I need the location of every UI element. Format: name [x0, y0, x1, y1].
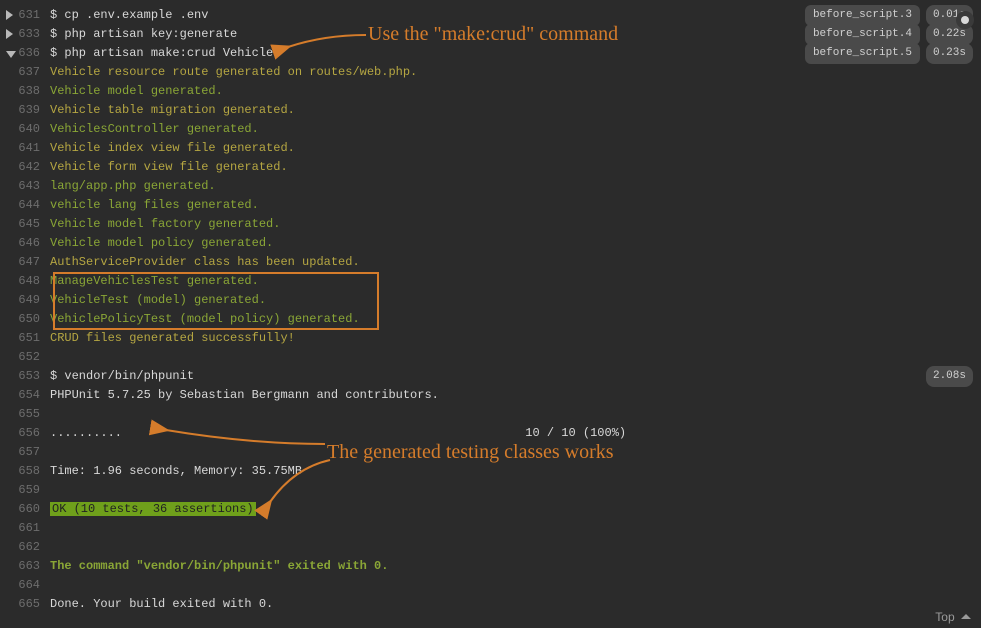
line-number: 664	[0, 576, 50, 595]
line-number: 661	[0, 519, 50, 538]
log-line: 644vehicle lang files generated.	[0, 196, 981, 215]
line-content: $ cp .env.example .env	[50, 6, 208, 25]
log-line: 652	[0, 348, 981, 367]
line-number: 653	[0, 367, 50, 386]
log-line: 659	[0, 481, 981, 500]
line-number: 659	[0, 481, 50, 500]
line-content: vehicle lang files generated.	[50, 196, 259, 215]
line-number: 637	[0, 63, 50, 82]
log-line: 660OK (10 tests, 36 assertions)	[0, 500, 981, 519]
log-line: 645Vehicle model factory generated.	[0, 215, 981, 234]
line-number: 648	[0, 272, 50, 291]
line-number: 645	[0, 215, 50, 234]
line-number: 657	[0, 443, 50, 462]
log-line: 643lang/app.php generated.	[0, 177, 981, 196]
log-line: 636$ php artisan make:crud Vehiclebefore…	[0, 44, 981, 63]
line-content: VehiclesController generated.	[50, 120, 259, 139]
annotation-makecrud: Use the "make:crud" command	[368, 23, 618, 46]
line-content: OK (10 tests, 36 assertions)	[50, 500, 256, 519]
log-line: 642Vehicle form view file generated.	[0, 158, 981, 177]
line-number: 656	[0, 424, 50, 443]
log-line: 661	[0, 519, 981, 538]
line-number: 647	[0, 253, 50, 272]
log-line: 646Vehicle model policy generated.	[0, 234, 981, 253]
line-number: 643	[0, 177, 50, 196]
line-number: 646	[0, 234, 50, 253]
line-number: 640	[0, 120, 50, 139]
log-line: 640VehiclesController generated.	[0, 120, 981, 139]
log-line: 653$ vendor/bin/phpunit 2.08s	[0, 367, 981, 386]
line-number: 638	[0, 82, 50, 101]
line-number: 642	[0, 158, 50, 177]
annotation-tests: The generated testing classes works	[327, 441, 614, 464]
line-content: $ php artisan key:generate	[50, 25, 237, 44]
line-content: Vehicle table migration generated.	[50, 101, 295, 120]
line-number: 641	[0, 139, 50, 158]
log-line: 638Vehicle model generated.	[0, 82, 981, 101]
status-indicator-icon	[956, 11, 974, 29]
line-content: AuthServiceProvider class has been updat…	[50, 253, 360, 272]
line-number: 649	[0, 291, 50, 310]
log-line: 665Done. Your build exited with 0.	[0, 595, 981, 614]
line-content: $ vendor/bin/phpunit	[50, 367, 194, 386]
log-line: 639Vehicle table migration generated.	[0, 101, 981, 120]
line-number: 651	[0, 329, 50, 348]
log-line: 641Vehicle index view file generated.	[0, 139, 981, 158]
line-content: Vehicle model factory generated.	[50, 215, 280, 234]
log-line: 664	[0, 576, 981, 595]
line-badges: 2.08s	[926, 366, 973, 387]
log-line: 654PHPUnit 5.7.25 by Sebastian Bergmann …	[0, 386, 981, 405]
top-link-label: Top	[935, 610, 954, 624]
caret-up-icon	[961, 614, 971, 619]
log-line: 647AuthServiceProvider class has been up…	[0, 253, 981, 272]
scroll-top-link[interactable]: Top	[935, 610, 971, 624]
fold-closed-icon[interactable]	[6, 29, 13, 39]
line-number: 658	[0, 462, 50, 481]
line-badges: before_script.30.01s	[805, 5, 973, 26]
time-badge: 0.23s	[926, 43, 973, 64]
log-line: 655	[0, 405, 981, 424]
line-badges: before_script.40.22s	[805, 24, 973, 45]
line-number: 655	[0, 405, 50, 424]
line-number: 663	[0, 557, 50, 576]
line-number: 639	[0, 101, 50, 120]
line-content: The command "vendor/bin/phpunit" exited …	[50, 557, 388, 576]
line-number: 654	[0, 386, 50, 405]
line-number: 665	[0, 595, 50, 614]
ok-badge: OK (10 tests, 36 assertions)	[50, 502, 256, 516]
line-number: 650	[0, 310, 50, 329]
line-content: Time: 1.96 seconds, Memory: 35.75MB	[50, 462, 302, 481]
fold-closed-icon[interactable]	[6, 10, 13, 20]
line-number: 652	[0, 348, 50, 367]
log-line: 651CRUD files generated successfully!	[0, 329, 981, 348]
line-content: Vehicle resource route generated on rout…	[50, 63, 417, 82]
time-badge: 2.08s	[926, 366, 973, 387]
line-content: Vehicle index view file generated.	[50, 139, 295, 158]
log-line: 662	[0, 538, 981, 557]
log-line: 663The command "vendor/bin/phpunit" exit…	[0, 557, 981, 576]
stage-badge: before_script.3	[805, 5, 920, 26]
line-content: CRUD files generated successfully!	[50, 329, 295, 348]
stage-badge: before_script.5	[805, 43, 920, 64]
line-content: Vehicle model policy generated.	[50, 234, 273, 253]
line-content: Done. Your build exited with 0.	[50, 595, 273, 614]
line-content: Vehicle model generated.	[50, 82, 223, 101]
log-line: 658Time: 1.96 seconds, Memory: 35.75MB	[0, 462, 981, 481]
line-content: Vehicle form view file generated.	[50, 158, 288, 177]
line-number: 660	[0, 500, 50, 519]
highlight-tests-box	[53, 272, 379, 330]
line-number: 662	[0, 538, 50, 557]
line-content: PHPUnit 5.7.25 by Sebastian Bergmann and…	[50, 386, 439, 405]
line-badges: before_script.5 0.23s	[805, 43, 973, 64]
log-line: 637Vehicle resource route generated on r…	[0, 63, 981, 82]
stage-badge: before_script.4	[805, 24, 920, 45]
fold-open-icon[interactable]	[6, 51, 16, 58]
line-content: $ php artisan make:crud Vehicle	[50, 44, 273, 63]
line-number: 644	[0, 196, 50, 215]
line-content: lang/app.php generated.	[50, 177, 216, 196]
